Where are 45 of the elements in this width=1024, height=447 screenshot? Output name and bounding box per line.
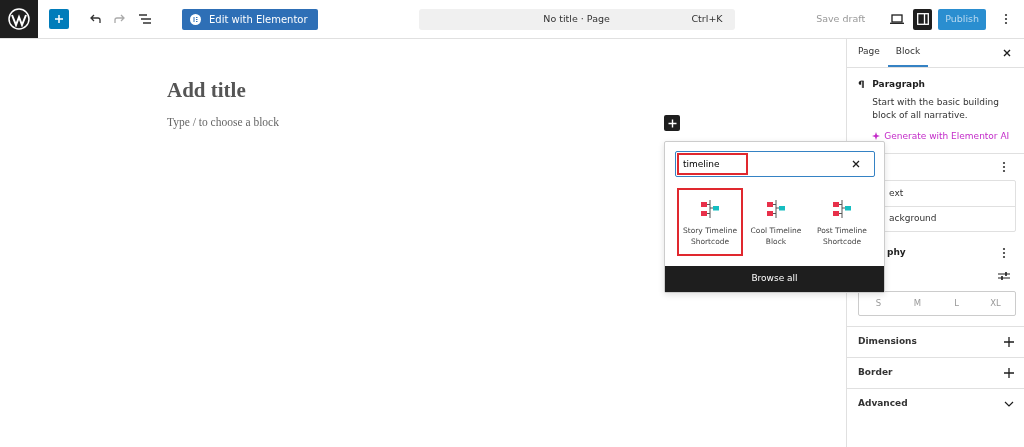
- list-icon: [139, 14, 151, 24]
- sidebar-tab[interactable]: Page: [850, 39, 888, 67]
- more-icon: [1002, 247, 1006, 260]
- timeline-icon: [700, 200, 720, 218]
- sparkle-icon: [872, 132, 881, 141]
- color-option[interactable]: ext: [889, 186, 904, 201]
- pilcrow-icon: [858, 78, 865, 91]
- close-icon: [1003, 49, 1011, 57]
- redo-icon: [114, 14, 126, 24]
- plus-icon: [54, 14, 64, 24]
- title-field[interactable]: Add title: [167, 78, 246, 104]
- logo-icon: [8, 8, 30, 30]
- block-name: Paragraph: [872, 78, 926, 91]
- add-block-button[interactable]: [49, 9, 69, 29]
- sidebar-tab[interactable]: Block: [887, 39, 929, 67]
- plus-icon[interactable]: [1004, 337, 1014, 348]
- section-title: phy: [887, 246, 906, 260]
- color-option[interactable]: ackground: [889, 212, 937, 226]
- settings-toggle[interactable]: [913, 8, 933, 30]
- browse-all-button[interactable]: Browse all: [665, 266, 884, 292]
- block-description: Start with the basic building block of all narrative.: [872, 95, 1000, 122]
- more-icon: [1004, 13, 1008, 25]
- chevron-icon[interactable]: [1004, 401, 1014, 408]
- sliders-icon: [998, 271, 1010, 282]
- panel-title[interactable]: Advanced: [858, 397, 908, 411]
- laptop-icon: [890, 14, 905, 24]
- timeline-icon: [832, 200, 852, 218]
- panel-title[interactable]: Border: [858, 366, 893, 380]
- elementor-icon: [190, 13, 201, 25]
- sidebar-icon: [916, 13, 929, 25]
- wordpress-logo[interactable]: [0, 0, 38, 38]
- ai-link[interactable]: Generate with Elementor AI: [872, 129, 1013, 144]
- more-icon: [1002, 161, 1006, 174]
- plus-icon[interactable]: [1004, 368, 1014, 379]
- close-icon: [852, 160, 860, 168]
- page-title: No title · Page: [543, 11, 610, 26]
- command-bar[interactable]: No title · Page Ctrl+K: [418, 8, 735, 30]
- timeline-icon: [766, 200, 786, 218]
- panel-title[interactable]: Dimensions: [858, 335, 917, 349]
- shortcut-hint: Ctrl+K: [691, 11, 723, 26]
- inserter-button[interactable]: [664, 115, 680, 131]
- undo-icon: [89, 14, 101, 24]
- elementor-button[interactable]: Edit with Elementor: [182, 8, 318, 30]
- block-placeholder[interactable]: Type / to choose a block: [167, 114, 279, 132]
- plus-icon: [667, 118, 677, 128]
